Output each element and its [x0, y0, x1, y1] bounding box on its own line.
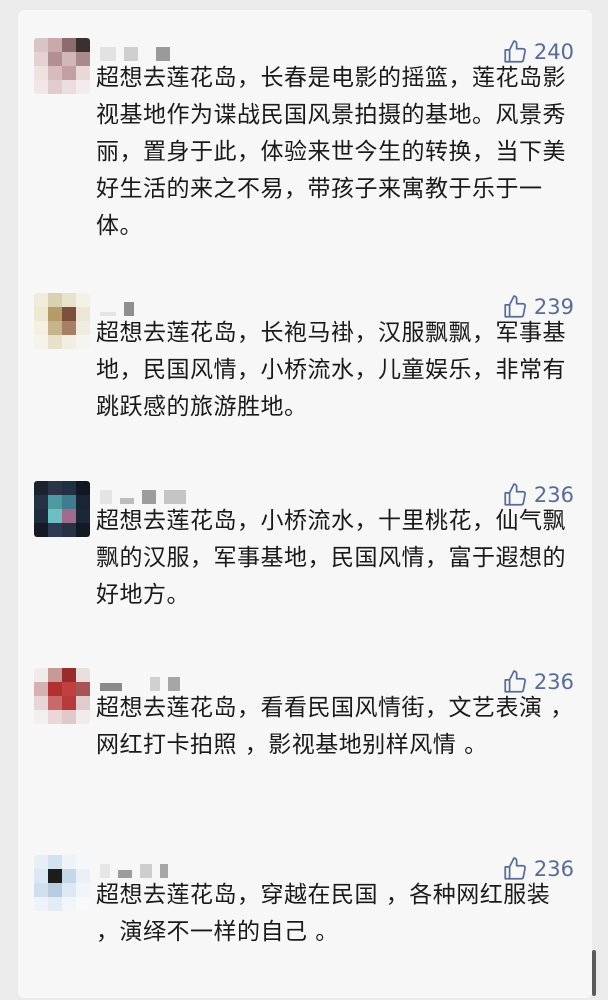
avatar[interactable]: [34, 38, 90, 94]
comment-text: 超想去莲花岛，穿越在民国 ，各种网红服装 ，演绎不一样的自己 。: [96, 882, 551, 945]
avatar[interactable]: [34, 855, 90, 911]
comment-list: 240 超想去莲花岛，长春是电影的摇篮，莲花岛影视基地作为谍战民国风景拍摄的基地…: [18, 10, 596, 998]
comment-text: 超想去莲花岛，长袍马褂，汉服飘飘，军事基地，民国风情，小桥流水，儿童娱乐，非常有…: [96, 320, 566, 420]
avatar[interactable]: [34, 668, 90, 724]
comment-text: 超想去莲花岛，看看民国风情街，文艺表演 ，网红打卡拍照 ，影视基地别样风情 。: [96, 695, 574, 758]
avatar[interactable]: [34, 481, 90, 537]
scrollbar[interactable]: [592, 950, 596, 996]
avatar[interactable]: [34, 293, 90, 349]
comment-text: 超想去莲花岛，长春是电影的摇篮，莲花岛影视基地作为谍战民国风景拍摄的基地。风景秀…: [96, 65, 566, 239]
comment-text: 超想去莲花岛，小桥流水，十里桃花，仙气飘飘的汉服，军事基地，民国风情，富于遐想的…: [96, 508, 566, 608]
